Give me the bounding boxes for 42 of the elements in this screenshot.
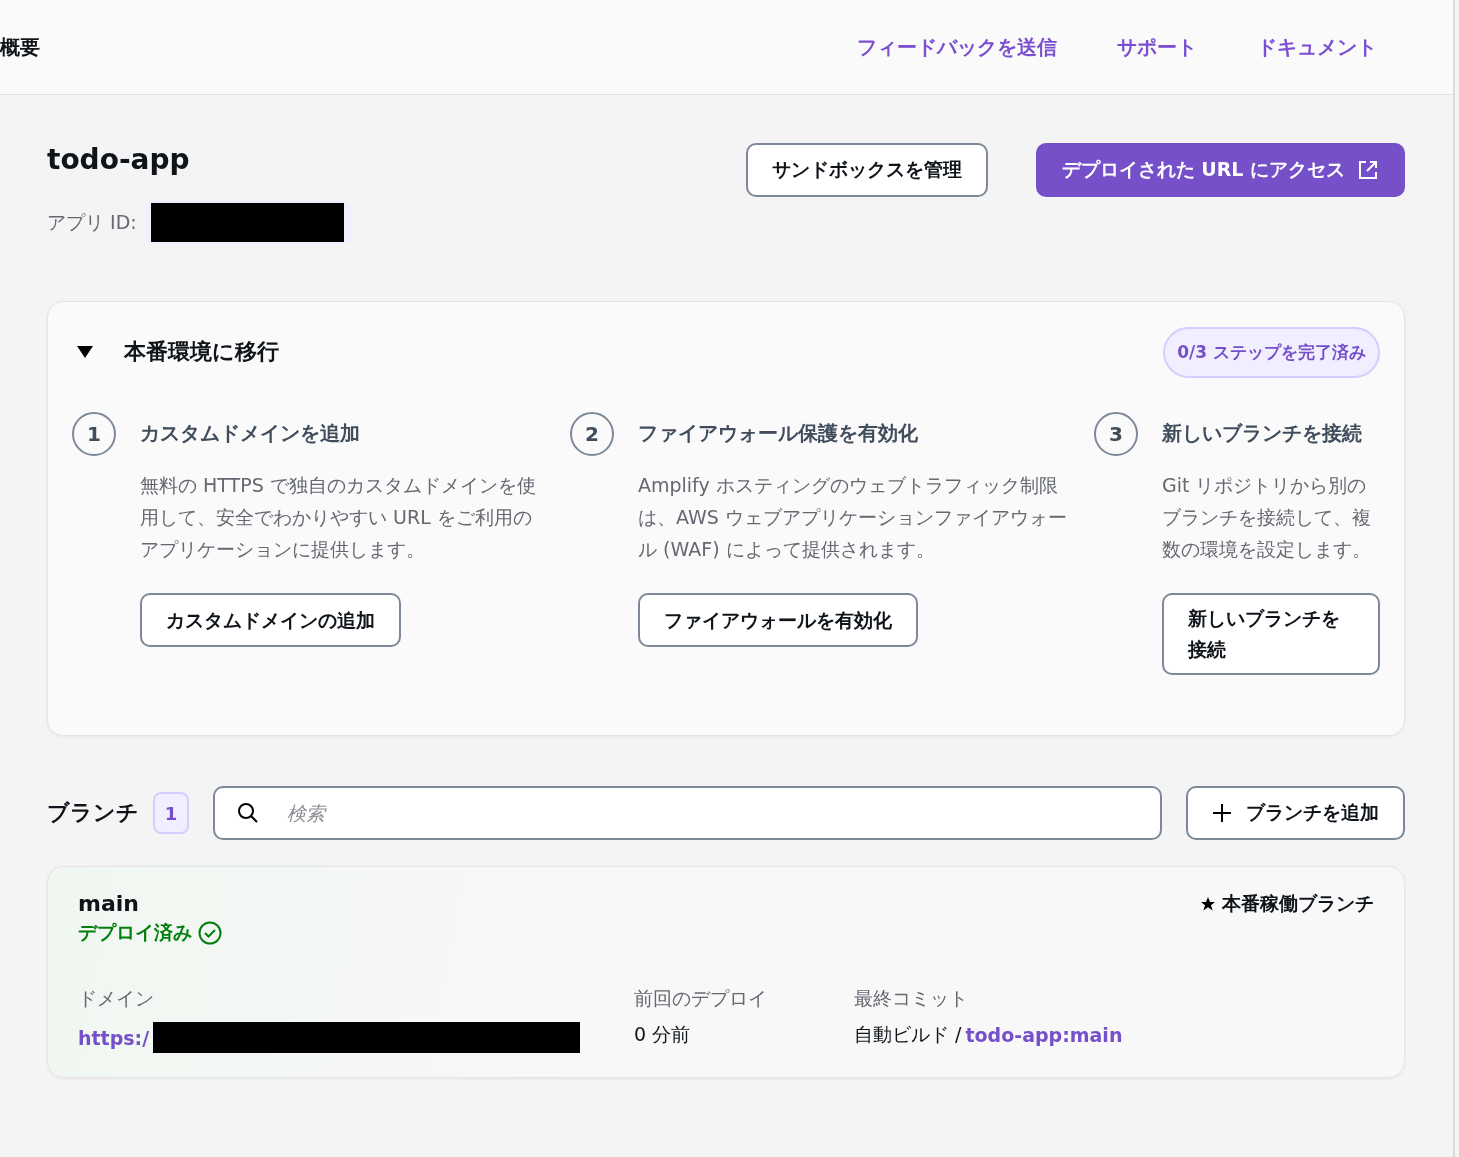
header-link[interactable]: ドキュメント — [1257, 33, 1377, 61]
domain-link[interactable]: https:/ — [78, 1026, 150, 1049]
branches-title: ブランチ — [47, 799, 139, 827]
star-icon — [1200, 896, 1216, 912]
last-commit-label: 最終コミット — [854, 986, 969, 1011]
section-toggle[interactable] — [76, 345, 94, 359]
external-link-icon — [1357, 159, 1379, 181]
plus-icon — [1212, 803, 1232, 823]
deploy-status: デプロイ済み — [78, 920, 192, 945]
step-description: 無料の HTTPS で独自のカスタムドメインを使用して、安全でわかりやすい URL をご利用のアプリケーションに提供します。 — [140, 473, 537, 562]
domain-label: ドメイン — [78, 986, 155, 1011]
step-title: ファイアウォール保護を有効化 — [638, 420, 919, 447]
search-icon — [237, 802, 259, 824]
production-branch-label: 本番稼働ブランチ — [1222, 891, 1374, 916]
step-description: Amplify ホスティングのウェブトラフィック制限は、AWS ウェブアプリケーションファイアウォール (WAF) によって提供されます。 — [638, 473, 1068, 562]
app-id-label: アプリ ID: — [47, 209, 137, 235]
commit-link[interactable]: todo-app:main — [965, 1024, 1123, 1046]
progress-badge: 0/3 ステップを完了済み — [1163, 326, 1380, 378]
section-title: 本番環境に移行 — [124, 338, 280, 366]
count-badge: 1 — [153, 792, 189, 834]
step-description: Git リポジトリから別のブランチを接続して、複数の環境を設定します。 — [1162, 473, 1372, 562]
add-branch-button[interactable]: ブランチを追加 — [1186, 786, 1405, 840]
step-number: 1 — [72, 412, 116, 456]
step-title: 新しいブランチを接続 — [1162, 420, 1363, 447]
page-title: 概要 — [0, 33, 40, 61]
step-number: 2 — [570, 412, 614, 456]
commit-source: 自動ビルド / — [854, 1022, 962, 1047]
step-button[interactable]: ファイアウォールを有効化 — [638, 593, 918, 647]
manage-sandbox-button[interactable]: サンドボックスを管理 — [745, 143, 988, 197]
app-name: todo-app — [47, 143, 191, 176]
header-link[interactable]: フィードバックを送信 — [857, 33, 1057, 61]
step-title: カスタムドメインを追加 — [140, 420, 361, 447]
search-field[interactable]: 検索 — [213, 786, 1162, 840]
visit-url-button[interactable]: デプロイされた URL にアクセス — [1035, 143, 1405, 197]
check-circle-icon — [198, 921, 222, 945]
header-link[interactable]: サポート — [1117, 33, 1197, 61]
step-number: 3 — [1094, 412, 1138, 456]
step-button[interactable]: 新しいブランチを接続 — [1162, 593, 1380, 675]
last-deploy-label: 前回のデプロイ — [634, 986, 768, 1011]
branch-name: main — [78, 891, 140, 916]
last-deploy-time: 0 分前 — [634, 1022, 692, 1047]
step-button[interactable]: カスタムドメインの追加 — [140, 593, 401, 647]
